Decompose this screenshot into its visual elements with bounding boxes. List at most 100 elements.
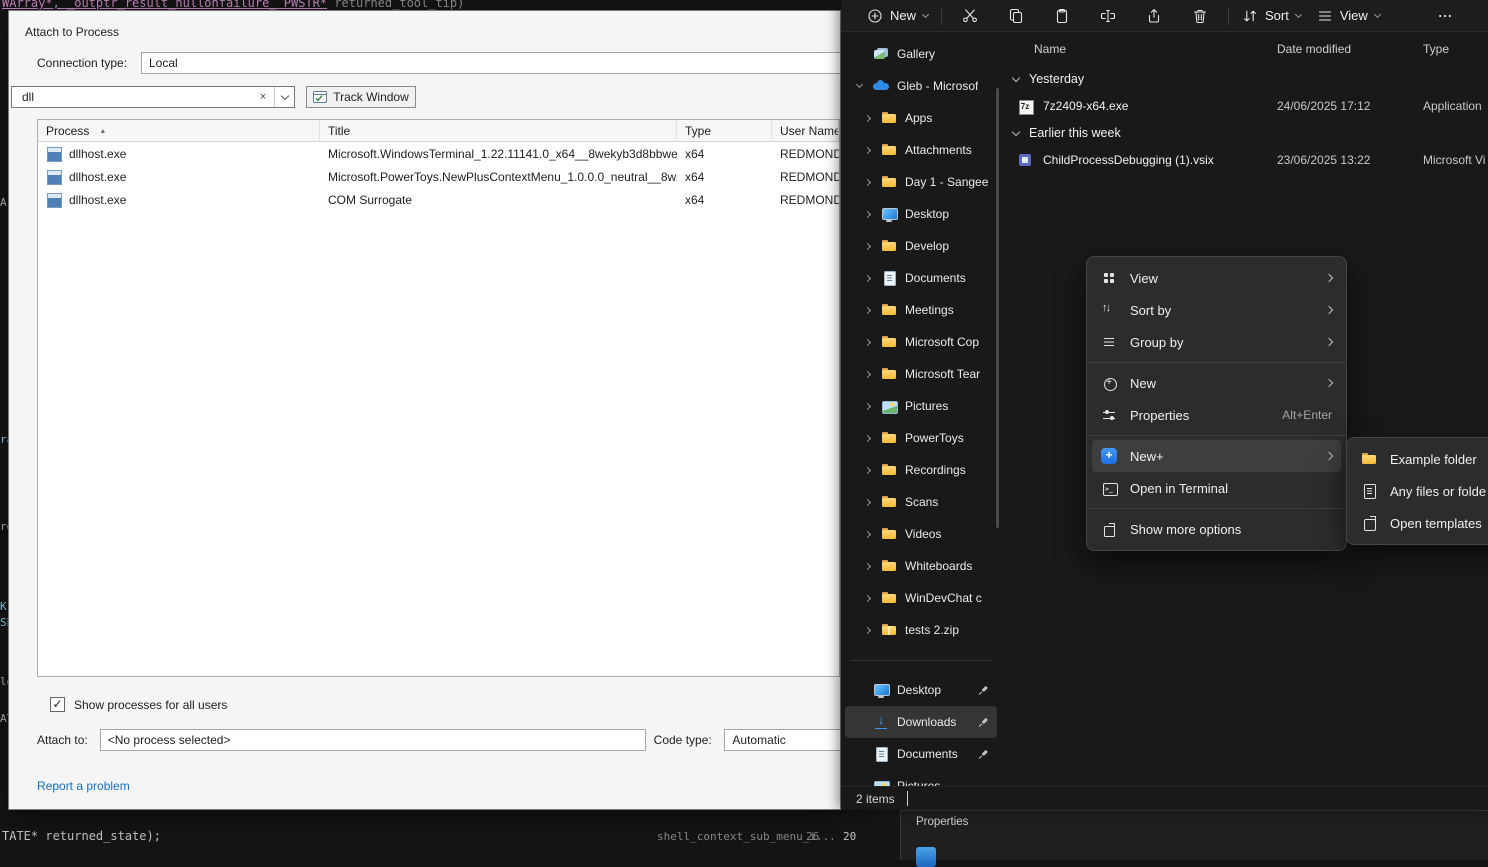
column-header-type[interactable]: Type — [677, 120, 772, 141]
chevron-right-icon[interactable] — [863, 178, 870, 185]
process-row[interactable]: dllhost.exe Microsoft.PowerToys.NewPlusC… — [38, 165, 839, 188]
chevron-right-icon[interactable] — [863, 306, 870, 313]
sidebar-item[interactable]: Meetings — [845, 294, 997, 326]
process-row[interactable]: dllhost.exe COM Surrogate x64 REDMOND — [38, 188, 839, 211]
context-menu-properties[interactable]: Properties Alt+Enter — [1092, 399, 1341, 431]
sidebar-item-gallery[interactable]: Gallery — [845, 38, 997, 70]
editor-status-line-number: 26 — [806, 830, 819, 843]
view-button-label: View — [1340, 8, 1368, 23]
rename-button[interactable] — [1085, 3, 1131, 29]
chevron-right-icon[interactable] — [863, 146, 870, 153]
sidebar-item[interactable]: Day 1 - Sangee — [845, 166, 997, 198]
clear-filter-icon[interactable]: × — [252, 91, 274, 103]
chevron-right-icon[interactable] — [863, 370, 870, 377]
chevron-right-icon[interactable] — [863, 274, 870, 281]
context-menu-sort-by[interactable]: Sort by — [1092, 294, 1341, 326]
column-header-date-modified[interactable]: Date modified — [1277, 42, 1351, 56]
code-type-dropdown[interactable]: Automatic — [724, 729, 841, 751]
share-button[interactable] — [1131, 3, 1177, 29]
view-grid-icon — [1101, 270, 1117, 286]
context-menu-group-by[interactable]: Group by — [1092, 326, 1341, 358]
chevron-right-icon[interactable] — [863, 114, 870, 121]
filter-dropdown-button[interactable] — [274, 87, 294, 107]
group-header-yesterday[interactable]: Yesterday — [1001, 66, 1488, 92]
report-problem-link[interactable]: Report a problem — [37, 779, 130, 793]
column-header-name[interactable]: Name — [1034, 42, 1066, 56]
chevron-right-icon[interactable] — [863, 242, 870, 249]
sidebar-item-desktop-pinned[interactable]: Desktop — [845, 674, 997, 706]
sidebar-item[interactable]: Develop — [845, 230, 997, 262]
chevron-right-icon[interactable] — [863, 338, 870, 345]
file-row-7z[interactable]: 7z2409-x64.exe 24/06/2025 17:12 Applicat… — [1001, 92, 1488, 120]
context-menu-show-more-options[interactable]: Show more options — [1092, 513, 1341, 545]
open-templates-icon — [1361, 515, 1377, 531]
process-type: x64 — [677, 147, 772, 161]
submenu-any-files[interactable]: Any files or folde — [1352, 475, 1488, 507]
sidebar-item-downloads-pinned[interactable]: Downloads — [845, 706, 997, 738]
context-menu-open-in-terminal[interactable]: Open in Terminal — [1092, 472, 1341, 504]
chevron-down-icon[interactable] — [855, 81, 862, 88]
sidebar-item-label: tests 2.zip — [905, 623, 959, 637]
sidebar-item[interactable]: Microsoft Tear — [845, 358, 997, 390]
context-menu-new[interactable]: New — [1092, 367, 1341, 399]
sidebar-item-onedrive[interactable]: Gleb - Microsof — [845, 70, 997, 102]
sidebar-item[interactable]: Apps — [845, 102, 997, 134]
sidebar-item-label: Microsoft Cop — [905, 335, 979, 349]
process-name: dllhost.exe — [69, 170, 126, 184]
chevron-right-icon[interactable] — [863, 594, 870, 601]
chevron-right-icon[interactable] — [863, 562, 870, 569]
sidebar-item[interactable]: Desktop — [845, 198, 997, 230]
show-all-users-checkbox[interactable]: ✓ — [50, 697, 65, 712]
column-header-process[interactable]: Process▲ — [38, 120, 320, 141]
chevron-right-icon[interactable] — [863, 210, 870, 217]
delete-button[interactable] — [1177, 3, 1223, 29]
sort-button[interactable]: Sort — [1234, 3, 1309, 29]
sidebar-item[interactable]: Whiteboards — [845, 550, 997, 582]
copy-button[interactable] — [993, 3, 1039, 29]
sidebar-item[interactable]: PowerToys — [845, 422, 997, 454]
view-button[interactable]: View — [1309, 3, 1388, 29]
chevron-right-icon[interactable] — [863, 434, 870, 441]
column-header-user[interactable]: User Name — [772, 120, 839, 141]
chevron-right-icon[interactable] — [863, 466, 870, 473]
group-header-earlier-this-week[interactable]: Earlier this week — [1001, 120, 1488, 146]
sidebar-item[interactable]: Documents — [845, 262, 997, 294]
sidebar-item[interactable]: tests 2.zip — [845, 614, 997, 646]
sidebar-item[interactable]: Microsoft Cop — [845, 326, 997, 358]
sort-arrows-icon — [1101, 302, 1117, 318]
more-options-button[interactable] — [1430, 3, 1460, 29]
track-window-button[interactable]: Track Window — [306, 86, 416, 108]
context-menu-new-plus[interactable]: New+ — [1092, 440, 1341, 472]
submenu-example-folder[interactable]: Example folder — [1352, 443, 1488, 475]
file-row-vsix[interactable]: ChildProcessDebugging (1).vsix 23/06/202… — [1001, 146, 1488, 174]
context-menu-view[interactable]: View — [1092, 262, 1341, 294]
paste-button[interactable] — [1039, 3, 1085, 29]
sidebar-item[interactable]: Pictures — [845, 390, 997, 422]
chevron-right-icon[interactable] — [863, 498, 870, 505]
sidebar-item[interactable]: Recordings — [845, 454, 997, 486]
process-window-icon — [46, 192, 62, 208]
chevron-right-icon[interactable] — [863, 626, 870, 633]
sidebar-item[interactable]: WinDevChat c — [845, 582, 997, 614]
sidebar-item[interactable]: Videos — [845, 518, 997, 550]
column-header-title[interactable]: Title — [320, 120, 677, 141]
sidebar-item-label: Apps — [905, 111, 932, 125]
process-row[interactable]: dllhost.exe Microsoft.WindowsTerminal_1.… — [38, 142, 839, 165]
submenu-chevron-icon — [1325, 452, 1333, 460]
connection-type-dropdown[interactable]: Local — [141, 52, 841, 74]
column-header-type[interactable]: Type — [1423, 42, 1449, 56]
process-filter-input[interactable]: dll × — [11, 86, 295, 108]
item-count: 2 items — [856, 792, 895, 806]
sidebar-item[interactable]: Scans — [845, 486, 997, 518]
nav-scrollbar[interactable] — [996, 88, 999, 528]
sidebar-item[interactable]: Attachments — [845, 134, 997, 166]
new-button[interactable]: New — [859, 3, 936, 29]
sidebar-item-pictures-pinned[interactable]: Pictures — [845, 770, 997, 786]
sidebar-item-label: Desktop — [897, 683, 941, 697]
chevron-right-icon[interactable] — [863, 530, 870, 537]
submenu-open-templates[interactable]: Open templates — [1352, 507, 1488, 539]
cut-button[interactable] — [947, 3, 993, 29]
sidebar-item-documents-pinned[interactable]: Documents — [845, 738, 997, 770]
attach-to-input[interactable]: <No process selected> — [100, 729, 646, 751]
chevron-right-icon[interactable] — [863, 402, 870, 409]
